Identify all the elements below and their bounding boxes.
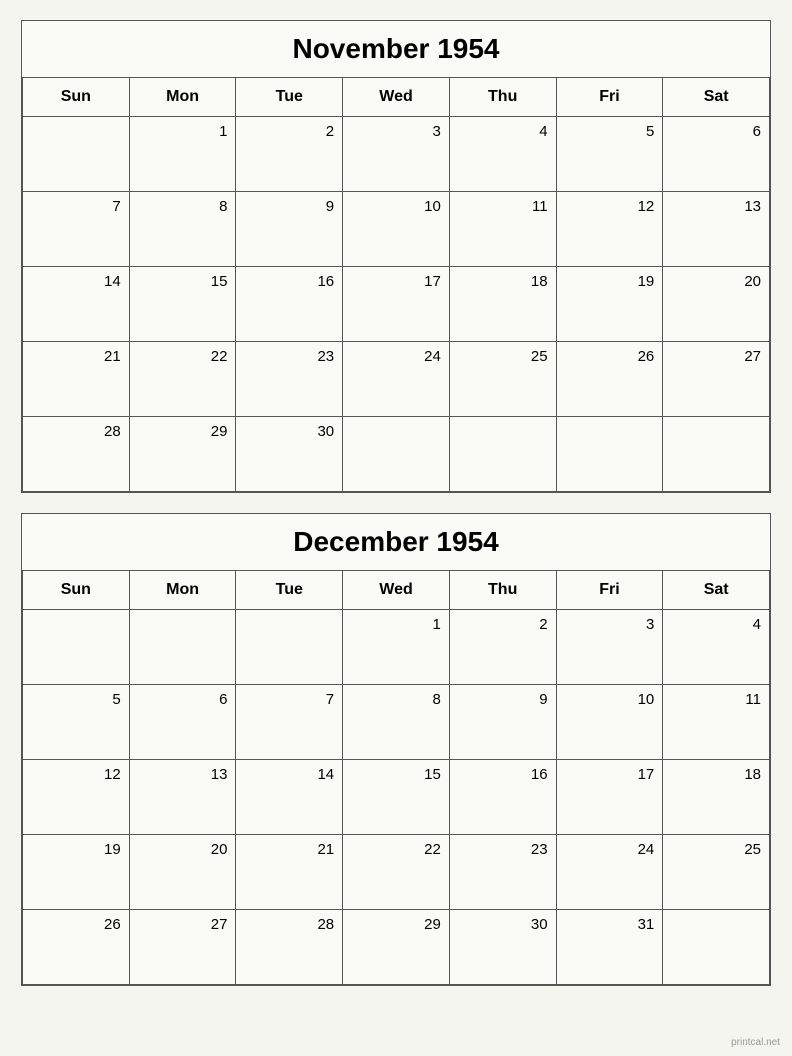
table-row bbox=[663, 910, 770, 985]
table-row: 1 bbox=[343, 610, 450, 685]
table-row: 16 bbox=[450, 760, 557, 835]
table-row: 24 bbox=[343, 342, 450, 417]
nov-header-mon: Mon bbox=[130, 78, 237, 117]
table-row: 28 bbox=[23, 417, 130, 492]
dec-header-sun: Sun bbox=[23, 571, 130, 610]
table-row bbox=[130, 610, 237, 685]
table-row: 4 bbox=[663, 610, 770, 685]
table-row: 18 bbox=[450, 267, 557, 342]
table-row: 13 bbox=[130, 760, 237, 835]
dec-header-mon: Mon bbox=[130, 571, 237, 610]
november-calendar: November 1954 Sun Mon Tue Wed Thu Fri Sa… bbox=[21, 20, 771, 493]
dec-header-wed: Wed bbox=[343, 571, 450, 610]
table-row: 20 bbox=[130, 835, 237, 910]
table-row bbox=[343, 417, 450, 492]
table-row: 2 bbox=[450, 610, 557, 685]
table-row: 15 bbox=[130, 267, 237, 342]
table-row bbox=[23, 610, 130, 685]
table-row: 22 bbox=[343, 835, 450, 910]
table-row: 28 bbox=[236, 910, 343, 985]
table-row: 23 bbox=[236, 342, 343, 417]
december-title: December 1954 bbox=[22, 514, 770, 571]
table-row: 7 bbox=[236, 685, 343, 760]
table-row: 14 bbox=[236, 760, 343, 835]
table-row: 30 bbox=[450, 910, 557, 985]
table-row: 22 bbox=[130, 342, 237, 417]
table-row: 15 bbox=[343, 760, 450, 835]
table-row: 6 bbox=[130, 685, 237, 760]
table-row: 7 bbox=[23, 192, 130, 267]
table-row: 5 bbox=[557, 117, 664, 192]
december-grid: Sun Mon Tue Wed Thu Fri Sat 1 2 3 4 5 6 … bbox=[22, 571, 770, 985]
table-row: 17 bbox=[343, 267, 450, 342]
nov-header-fri: Fri bbox=[557, 78, 664, 117]
nov-header-sat: Sat bbox=[663, 78, 770, 117]
table-row bbox=[236, 610, 343, 685]
table-row bbox=[557, 417, 664, 492]
november-grid: Sun Mon Tue Wed Thu Fri Sat 1 2 3 4 5 6 … bbox=[22, 78, 770, 492]
table-row: 16 bbox=[236, 267, 343, 342]
table-row: 20 bbox=[663, 267, 770, 342]
table-row: 23 bbox=[450, 835, 557, 910]
table-row: 6 bbox=[663, 117, 770, 192]
table-row: 11 bbox=[450, 192, 557, 267]
table-row: 25 bbox=[663, 835, 770, 910]
table-row: 2 bbox=[236, 117, 343, 192]
table-row: 31 bbox=[557, 910, 664, 985]
dec-header-thu: Thu bbox=[450, 571, 557, 610]
table-row: 4 bbox=[450, 117, 557, 192]
nov-header-sun: Sun bbox=[23, 78, 130, 117]
table-row: 5 bbox=[23, 685, 130, 760]
table-row: 17 bbox=[557, 760, 664, 835]
table-row: 9 bbox=[236, 192, 343, 267]
table-row: 26 bbox=[557, 342, 664, 417]
table-row: 27 bbox=[663, 342, 770, 417]
table-row: 1 bbox=[130, 117, 237, 192]
table-row: 10 bbox=[343, 192, 450, 267]
nov-header-thu: Thu bbox=[450, 78, 557, 117]
nov-header-tue: Tue bbox=[236, 78, 343, 117]
table-row: 24 bbox=[557, 835, 664, 910]
table-row: 8 bbox=[130, 192, 237, 267]
table-row: 30 bbox=[236, 417, 343, 492]
table-row bbox=[23, 117, 130, 192]
table-row: 29 bbox=[130, 417, 237, 492]
table-row: 19 bbox=[557, 267, 664, 342]
nov-header-wed: Wed bbox=[343, 78, 450, 117]
table-row: 10 bbox=[557, 685, 664, 760]
november-title: November 1954 bbox=[22, 21, 770, 78]
table-row: 21 bbox=[23, 342, 130, 417]
table-row: 11 bbox=[663, 685, 770, 760]
table-row: 3 bbox=[557, 610, 664, 685]
table-row bbox=[450, 417, 557, 492]
table-row: 3 bbox=[343, 117, 450, 192]
table-row bbox=[663, 417, 770, 492]
table-row: 18 bbox=[663, 760, 770, 835]
table-row: 13 bbox=[663, 192, 770, 267]
december-calendar: December 1954 Sun Mon Tue Wed Thu Fri Sa… bbox=[21, 513, 771, 986]
table-row: 21 bbox=[236, 835, 343, 910]
table-row: 8 bbox=[343, 685, 450, 760]
table-row: 26 bbox=[23, 910, 130, 985]
table-row: 25 bbox=[450, 342, 557, 417]
dec-header-tue: Tue bbox=[236, 571, 343, 610]
table-row: 12 bbox=[557, 192, 664, 267]
watermark-label: printcal.net bbox=[731, 1037, 780, 1048]
table-row: 14 bbox=[23, 267, 130, 342]
table-row: 29 bbox=[343, 910, 450, 985]
table-row: 12 bbox=[23, 760, 130, 835]
table-row: 9 bbox=[450, 685, 557, 760]
dec-header-sat: Sat bbox=[663, 571, 770, 610]
table-row: 27 bbox=[130, 910, 237, 985]
dec-header-fri: Fri bbox=[557, 571, 664, 610]
table-row: 19 bbox=[23, 835, 130, 910]
